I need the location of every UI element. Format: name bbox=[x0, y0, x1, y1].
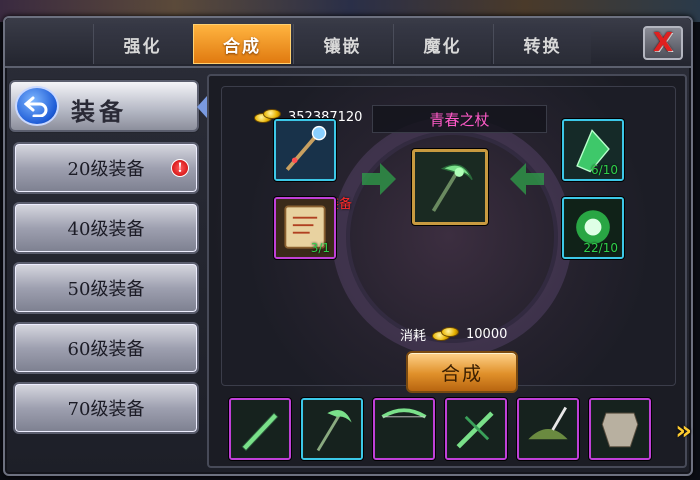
orb-material-slot[interactable]: 22/10 bbox=[562, 197, 624, 259]
close-icon: X bbox=[652, 28, 674, 58]
tab-combine[interactable]: 合成 bbox=[193, 24, 291, 64]
collapse-arrow-icon[interactable] bbox=[197, 96, 207, 118]
level-20-equipment-button[interactable]: 20级装备 ! bbox=[13, 142, 199, 194]
youth-staff-icon bbox=[415, 152, 485, 222]
list-item[interactable] bbox=[445, 398, 507, 460]
level-60-equipment-button[interactable]: 60级装备 bbox=[13, 322, 199, 374]
level-label: 40级装备 bbox=[67, 219, 145, 240]
back-arrow-icon bbox=[24, 96, 48, 117]
back-button[interactable] bbox=[15, 86, 59, 126]
scroll-quantity: 3/1 bbox=[310, 241, 330, 255]
list-item[interactable] bbox=[517, 398, 579, 460]
combine-panel: 352387120 青春之杖 点击选择装备 3/1 bbox=[207, 74, 692, 468]
level-40-equipment-button[interactable]: 40级装备 bbox=[13, 202, 199, 254]
level-50-equipment-button[interactable]: 50级装备 bbox=[13, 262, 199, 314]
crystal-quantity: 6/10 bbox=[591, 163, 618, 177]
list-item[interactable] bbox=[373, 398, 435, 460]
crossbow-icon bbox=[447, 400, 505, 458]
category-sidebar: 装备 20级装备 ! 40级装备 50级装备 60级装备 70级装备 bbox=[9, 76, 207, 468]
level-label: 50级装备 bbox=[67, 279, 145, 300]
tab-inlay[interactable]: 镶嵌 bbox=[293, 24, 391, 64]
list-item[interactable] bbox=[301, 398, 363, 460]
result-item-slot[interactable] bbox=[412, 149, 488, 225]
list-item[interactable] bbox=[589, 398, 651, 460]
alert-badge-icon: ! bbox=[171, 159, 189, 177]
feathered-hat-icon bbox=[519, 400, 577, 458]
tab-enhance[interactable]: 强化 bbox=[93, 24, 191, 64]
equipment-window: 强化 合成 镶嵌 魔化 转换 X 装备 20级装备 ! 40级装备 50级装备 … bbox=[3, 16, 693, 476]
tab-convert[interactable]: 转换 bbox=[493, 24, 591, 64]
right-green-arrow-icon bbox=[362, 163, 396, 195]
cost-label: 消耗 bbox=[400, 329, 427, 344]
tab-bar: 强化 合成 镶嵌 魔化 转换 X bbox=[5, 18, 691, 68]
green-dagger-icon bbox=[231, 400, 289, 458]
next-page-arrow-icon[interactable]: » bbox=[675, 416, 692, 446]
list-item[interactable] bbox=[229, 398, 291, 460]
longbow-icon bbox=[375, 400, 433, 458]
crystal-material-slot[interactable]: 6/10 bbox=[562, 119, 624, 181]
scroll-material-slot[interactable]: 3/1 bbox=[274, 197, 336, 259]
armor-icon bbox=[591, 400, 649, 458]
recipe-frame: 352387120 青春之杖 点击选择装备 3/1 bbox=[221, 86, 676, 393]
category-header: 装备 bbox=[9, 80, 207, 132]
equipment-list: » bbox=[229, 398, 692, 466]
left-green-arrow-icon bbox=[510, 163, 544, 195]
category-title: 装备 bbox=[71, 97, 127, 126]
target-item-name: 青春之杖 bbox=[372, 105, 547, 133]
scythe-staff-icon bbox=[303, 400, 361, 458]
level-label: 70级装备 bbox=[67, 399, 145, 420]
cost-amount: 10000 bbox=[466, 327, 508, 342]
gold-coin-icon bbox=[432, 326, 460, 343]
close-button[interactable]: X bbox=[643, 26, 683, 60]
equipment-slot[interactable] bbox=[274, 119, 336, 181]
combine-button[interactable]: 合成 bbox=[406, 351, 518, 393]
level-70-equipment-button[interactable]: 70级装备 bbox=[13, 382, 199, 434]
level-label: 20级装备 bbox=[67, 159, 145, 180]
level-label: 60级装备 bbox=[67, 339, 145, 360]
orb-quantity: 22/10 bbox=[583, 241, 618, 255]
tab-enchant[interactable]: 魔化 bbox=[393, 24, 491, 64]
combine-cost: 消耗 10000 bbox=[400, 325, 507, 344]
crystal-staff-icon bbox=[276, 121, 334, 179]
